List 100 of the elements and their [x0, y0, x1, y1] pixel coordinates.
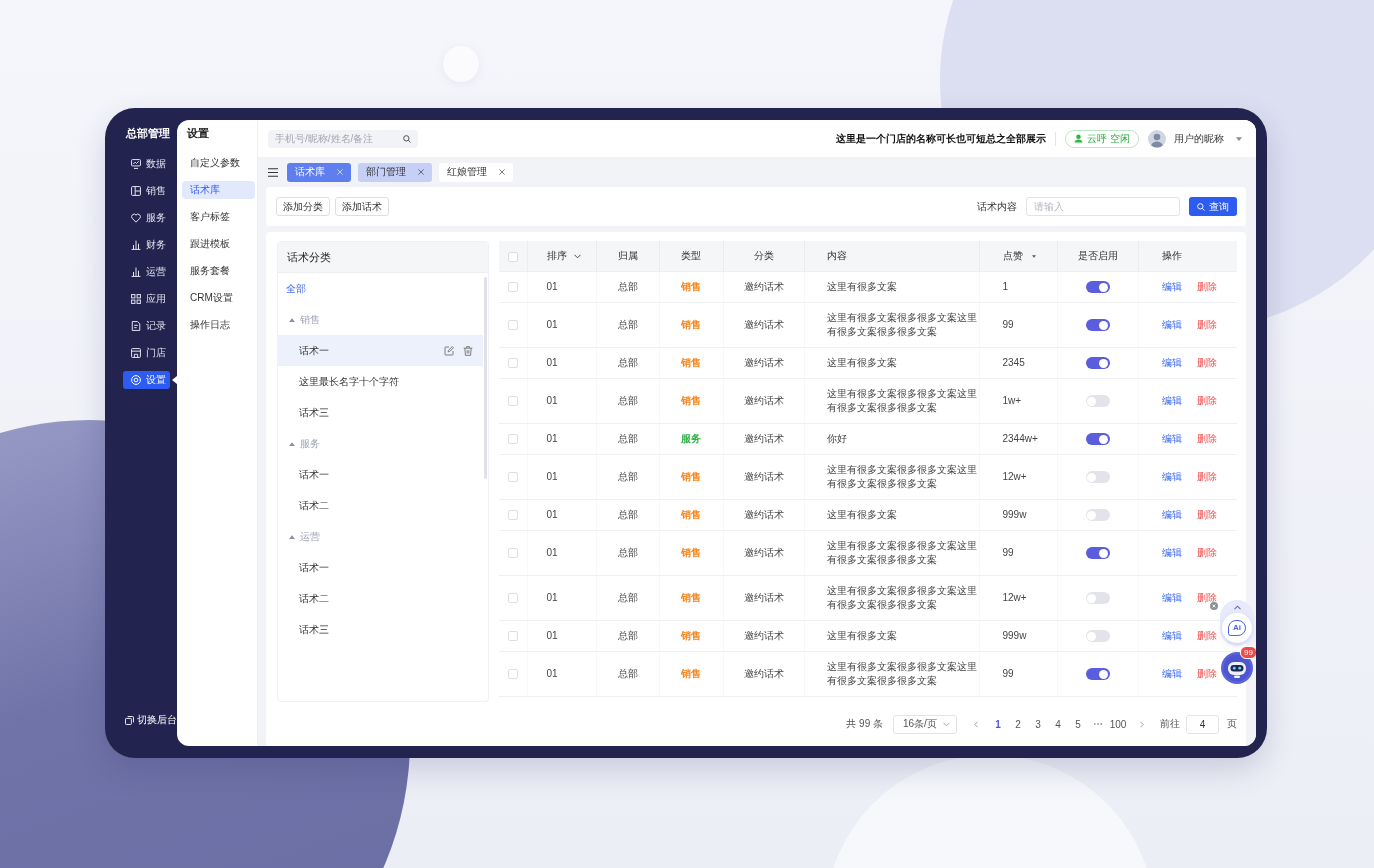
delete-link[interactable]: 删除 — [1196, 591, 1217, 605]
avatar-icon[interactable] — [1148, 129, 1166, 148]
nav-item[interactable]: 运营 — [123, 263, 170, 281]
checkbox[interactable] — [507, 396, 518, 407]
delete-link[interactable]: 删除 — [1196, 667, 1217, 681]
page-number[interactable]: 100 — [1108, 718, 1128, 730]
trash-icon[interactable] — [463, 345, 473, 356]
user-name[interactable]: 用户的昵称 — [1174, 131, 1224, 146]
delete-link[interactable]: 删除 — [1196, 318, 1217, 332]
toggle-switch[interactable] — [1085, 509, 1110, 522]
sort-icon[interactable] — [1031, 254, 1036, 258]
close-icon[interactable] — [1210, 602, 1218, 610]
nav-item[interactable]: 应用 — [123, 290, 170, 308]
delete-link[interactable]: 删除 — [1196, 470, 1217, 484]
nav-item[interactable]: 设置 — [123, 371, 170, 389]
edit-link[interactable]: 编辑 — [1161, 546, 1182, 560]
tree-item[interactable]: 话术一 — [278, 335, 483, 366]
page-number[interactable]: 5 — [1068, 718, 1088, 730]
submenu-item[interactable]: 客户标签 — [182, 208, 255, 226]
robot-icon[interactable] — [1221, 652, 1253, 684]
checkbox[interactable] — [507, 251, 518, 262]
edit-link[interactable]: 编辑 — [1161, 470, 1182, 484]
toggle-switch[interactable] — [1085, 319, 1110, 332]
edit-link[interactable]: 编辑 — [1161, 667, 1182, 681]
tab[interactable]: 部门管理 — [358, 162, 432, 182]
chevron-right-icon[interactable] — [1140, 720, 1144, 728]
column-header[interactable]: 点赞 — [1002, 250, 1023, 261]
nav-item[interactable]: 销售 — [123, 182, 170, 200]
delete-link[interactable]: 删除 — [1196, 432, 1217, 446]
ai-assistant-button[interactable]: Ai — [1222, 613, 1252, 643]
nav-item[interactable]: 财务 — [123, 236, 170, 254]
nav-item[interactable]: 记录 — [123, 317, 170, 335]
submenu-item[interactable]: CRM设置 — [182, 289, 255, 307]
checkbox[interactable] — [507, 282, 518, 293]
tab[interactable]: 话术库 — [287, 162, 351, 182]
nav-item[interactable]: 门店 — [123, 344, 170, 362]
tree-item[interactable]: 话术三 — [278, 614, 483, 645]
add-category-button[interactable]: 添加分类 — [276, 197, 330, 216]
edit-link[interactable]: 编辑 — [1161, 318, 1182, 332]
delete-link[interactable]: 删除 — [1196, 394, 1217, 408]
checkbox[interactable] — [507, 548, 518, 559]
delete-link[interactable]: 删除 — [1196, 508, 1217, 522]
tree-item[interactable]: 话术三 — [278, 397, 483, 428]
checkbox[interactable] — [507, 434, 518, 445]
caret-icon[interactable] — [1236, 136, 1242, 141]
checkbox[interactable] — [507, 358, 518, 369]
query-button[interactable]: 查询 — [1189, 197, 1237, 216]
close-icon[interactable] — [499, 169, 505, 175]
edit-link[interactable]: 编辑 — [1161, 591, 1182, 605]
toggle-switch[interactable] — [1085, 471, 1110, 484]
toggle-switch[interactable] — [1085, 630, 1110, 643]
search-field[interactable]: 手机号/昵称/姓名/备注 — [268, 129, 418, 148]
checkbox[interactable] — [507, 320, 518, 331]
submenu-item[interactable]: 话术库 — [182, 181, 255, 199]
chevron-left-icon[interactable] — [974, 720, 978, 728]
edit-link[interactable]: 编辑 — [1161, 629, 1182, 643]
tree-item[interactable]: 话术二 — [278, 583, 483, 614]
tree-item[interactable]: 话术一 — [278, 459, 483, 490]
nav-item[interactable]: 数据 — [123, 155, 170, 173]
submenu-item[interactable]: 操作日志 — [182, 316, 255, 334]
delete-link[interactable]: 删除 — [1196, 546, 1217, 560]
input-field[interactable]: 请输入 — [1026, 197, 1180, 216]
toggle-switch[interactable] — [1085, 395, 1110, 408]
toggle-switch[interactable] — [1085, 357, 1110, 370]
delete-link[interactable]: 删除 — [1196, 356, 1217, 370]
edit-link[interactable]: 编辑 — [1161, 432, 1182, 446]
page-number[interactable]: 2 — [1008, 718, 1028, 730]
toggle-switch[interactable] — [1085, 281, 1110, 294]
edit-link[interactable]: 编辑 — [1161, 280, 1182, 294]
tree-item[interactable]: 全部 — [278, 273, 483, 304]
page-size-select[interactable]: 16条/页 — [893, 714, 957, 734]
edit-link[interactable]: 编辑 — [1161, 508, 1182, 522]
close-icon[interactable] — [418, 169, 424, 175]
chevron-up-icon[interactable] — [1233, 605, 1241, 610]
checkbox[interactable] — [507, 631, 518, 642]
switch-backend-link[interactable]: 切换后台 — [125, 714, 177, 726]
checkbox[interactable] — [507, 510, 518, 521]
page-number[interactable]: 3 — [1028, 718, 1048, 730]
edit-link[interactable]: 编辑 — [1161, 394, 1182, 408]
toggle-switch[interactable] — [1085, 433, 1110, 446]
tree-item[interactable]: 话术二 — [278, 490, 483, 521]
delete-link[interactable]: 删除 — [1196, 280, 1217, 294]
tree-item[interactable]: 话术一 — [278, 552, 483, 583]
toggle-switch[interactable] — [1085, 592, 1110, 605]
edit-icon[interactable] — [444, 345, 454, 356]
page-number[interactable]: 4 — [1048, 718, 1068, 730]
checkbox[interactable] — [507, 472, 518, 483]
toggle-switch[interactable] — [1085, 547, 1110, 560]
chevron-down-icon[interactable] — [573, 253, 581, 259]
toggle-switch[interactable] — [1085, 668, 1110, 681]
submenu-item[interactable]: 服务套餐 — [182, 262, 255, 280]
tree-item[interactable]: 这里最长名字十个字符 — [278, 366, 483, 397]
submenu-item[interactable]: 自定义参数 — [182, 154, 255, 172]
checkbox[interactable] — [507, 669, 518, 680]
menu-icon[interactable] — [268, 167, 278, 177]
tab[interactable]: 红娘管理 — [439, 162, 513, 182]
add-script-button[interactable]: 添加话术 — [335, 197, 389, 216]
page-input-field[interactable]: 4 — [1186, 714, 1219, 734]
page-number[interactable]: 1 — [988, 718, 1008, 730]
column-header[interactable]: 排序 — [546, 250, 567, 261]
